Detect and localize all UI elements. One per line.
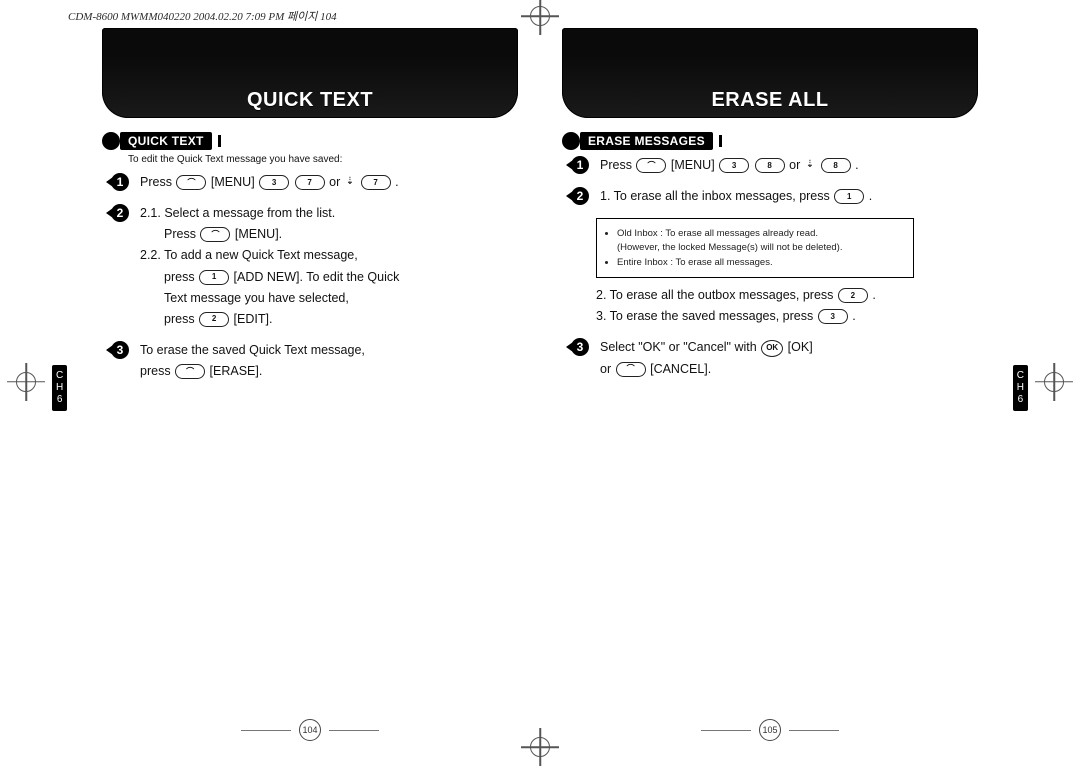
- section-heading: ERASE MESSAGES: [562, 132, 978, 150]
- text: Text message you have selected,: [164, 291, 349, 305]
- text: [MENU]: [671, 158, 715, 172]
- key-2-icon: 2: [199, 312, 229, 327]
- section-label: ERASE MESSAGES: [580, 132, 713, 150]
- key-7-icon: 7: [361, 175, 391, 190]
- note-line: Entire Inbox : To erase all messages.: [617, 256, 905, 269]
- text: [ADD NEW]. To edit the Quick: [234, 270, 400, 284]
- text: [EDIT].: [234, 312, 273, 326]
- softkey-icon: ⌒: [616, 362, 646, 377]
- reg-left: [16, 372, 36, 392]
- page-right: CH6 ERASE ALL ERASE MESSAGES 1 Press ⌒ […: [540, 28, 1000, 747]
- note-line: Old Inbox : To erase all messages alread…: [617, 227, 905, 254]
- key-1-icon: 1: [834, 189, 864, 204]
- text: Press: [164, 227, 196, 241]
- text: Select "OK" or "Cancel" with: [600, 340, 757, 354]
- text: 1. To erase all the inbox messages, pres…: [600, 189, 830, 203]
- text: [MENU]: [211, 175, 255, 189]
- text: or: [329, 175, 340, 189]
- key-3-icon: 3: [719, 158, 749, 173]
- down-arrow-icon: ⇣: [346, 175, 354, 190]
- step-2: 2 1. To erase all the inbox messages, pr…: [570, 187, 910, 208]
- chapter-tab: CH6: [52, 365, 67, 411]
- key-1-icon: 1: [199, 270, 229, 285]
- reg-top: [530, 6, 550, 26]
- text: Press: [600, 158, 632, 172]
- down-arrow-icon: ⇣: [806, 158, 814, 173]
- text: .: [855, 158, 858, 172]
- text: 2.2. To add a new Quick Text message,: [140, 248, 358, 262]
- text: press: [164, 312, 195, 326]
- step-2: 2 2.1. Select a message from the list. P…: [110, 204, 450, 331]
- key-7-icon: 7: [295, 175, 325, 190]
- step-3: 3 Select "OK" or "Cancel" with OK [OK] o…: [570, 338, 910, 380]
- reg-right: [1044, 372, 1064, 392]
- text: or: [600, 362, 611, 376]
- key-8-icon: 8: [755, 158, 785, 173]
- note-box: Old Inbox : To erase all messages alread…: [596, 218, 914, 278]
- endcap-icon: [218, 135, 221, 147]
- text: .: [869, 189, 872, 203]
- bullet-icon: [562, 132, 580, 150]
- text: 2.1. Select a message from the list.: [140, 206, 335, 220]
- text: [MENU].: [235, 227, 282, 241]
- text: [CANCEL].: [650, 362, 711, 376]
- key-2-icon: 2: [838, 288, 868, 303]
- softkey-icon: ⌒: [636, 158, 666, 173]
- text: .: [395, 175, 398, 189]
- step-1: 1 Press ⌒ [MENU] 3 7 or ⇣ 7 .: [110, 173, 450, 194]
- text: press: [140, 364, 171, 378]
- step-2-cont: 2. To erase all the outbox messages, pre…: [596, 286, 910, 328]
- page-number: 104: [241, 719, 379, 741]
- chapter-tab: CH6: [1013, 365, 1028, 411]
- page-left: CH6 QUICK TEXT QUICK TEXT To edit the Qu…: [80, 28, 540, 747]
- imprint-line: CDM-8600 MWMM040220 2004.02.20 7:09 PM 페…: [68, 8, 337, 24]
- banner-title: ERASE ALL: [711, 89, 828, 112]
- text: 3. To erase the saved messages, press: [596, 309, 813, 323]
- endcap-icon: [719, 135, 722, 147]
- text: To erase the saved Quick Text message,: [140, 343, 365, 357]
- key-3-icon: 3: [259, 175, 289, 190]
- banner-title: QUICK TEXT: [247, 89, 373, 112]
- softkey-icon: ⌒: [176, 175, 206, 190]
- page-banner: QUICK TEXT: [102, 28, 518, 118]
- text: Press: [140, 175, 172, 189]
- text: 2. To erase all the outbox messages, pre…: [596, 288, 833, 302]
- section-heading: QUICK TEXT: [102, 132, 518, 150]
- text: [OK]: [788, 340, 813, 354]
- ok-key-icon: OK: [761, 340, 783, 357]
- key-3-icon: 3: [818, 309, 848, 324]
- text: [ERASE].: [210, 364, 263, 378]
- softkey-icon: ⌒: [175, 364, 205, 379]
- intro-text: To edit the Quick Text message you have …: [128, 154, 518, 165]
- softkey-icon: ⌒: [200, 227, 230, 242]
- page-banner: ERASE ALL: [562, 28, 978, 118]
- text: press: [164, 270, 195, 284]
- step-1: 1 Press ⌒ [MENU] 3 8 or ⇣ 8 .: [570, 156, 910, 177]
- key-8-icon: 8: [821, 158, 851, 173]
- step-3: 3 To erase the saved Quick Text message,…: [110, 341, 450, 383]
- bullet-icon: [102, 132, 120, 150]
- text: .: [852, 309, 855, 323]
- page-number: 105: [701, 719, 839, 741]
- text: or: [789, 158, 800, 172]
- text: .: [872, 288, 875, 302]
- section-label: QUICK TEXT: [120, 132, 212, 150]
